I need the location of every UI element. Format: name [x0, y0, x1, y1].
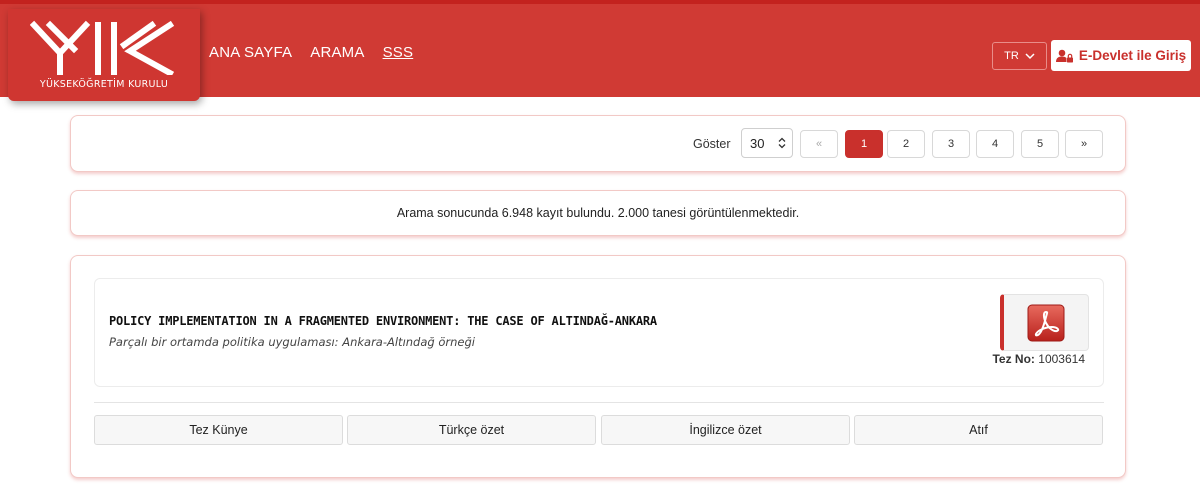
page-size-select[interactable]: 30: [741, 128, 793, 158]
divider: [94, 402, 1104, 403]
thesis-number: Tez No: 1003614: [985, 352, 1085, 366]
page-3-button[interactable]: 3: [932, 130, 970, 158]
show-label: Göster: [693, 137, 731, 151]
yok-logo-icon: [30, 20, 175, 75]
pagination-card: Göster 30 « 1 2 3 4 5 »: [70, 115, 1126, 172]
nav-faq[interactable]: SSS: [383, 44, 414, 61]
page-prev-button[interactable]: «: [800, 130, 838, 158]
thesis-subtitle: Parçalı bir ortamda politika uygulaması:…: [109, 335, 475, 349]
thesis-number-value: 1003614: [1038, 352, 1085, 366]
edevlet-login-button[interactable]: E-Devlet ile Giriş: [1051, 40, 1191, 71]
result-count-card: Arama sonucunda 6.948 kayıt bulundu. 2.0…: [70, 190, 1126, 236]
user-lock-icon: [1055, 49, 1073, 62]
thesis-info-panel: POLICY IMPLEMENTATION IN A FRAGMENTED EN…: [94, 278, 1104, 387]
tab-turkish-abstract[interactable]: Türkçe özet: [347, 415, 596, 445]
page-next-button[interactable]: »: [1065, 130, 1103, 158]
chevron-down-icon: [1025, 52, 1035, 59]
edevlet-label: E-Devlet ile Giriş: [1078, 48, 1187, 63]
tab-citation[interactable]: Atıf: [854, 415, 1103, 445]
result-count-text: Arama sonucunda 6.948 kayıt bulundu. 2.0…: [396, 206, 800, 220]
top-header: YÜKSEKÖĞRETİM KURULU ANA SAYFA ARAMA SSS…: [0, 0, 1200, 101]
logo-text: YÜKSEKÖĞRETİM KURULU: [39, 79, 169, 90]
language-dropdown[interactable]: TR: [992, 42, 1047, 70]
thesis-number-label: Tez No:: [992, 352, 1035, 366]
pdf-download-button[interactable]: [1000, 294, 1089, 351]
thesis-title: POLICY IMPLEMENTATION IN A FRAGMENTED EN…: [109, 314, 657, 328]
language-label: TR: [1004, 50, 1019, 62]
updown-chevron-icon: [778, 137, 786, 149]
tab-english-abstract[interactable]: İngilizce özet: [601, 415, 850, 445]
nav-home[interactable]: ANA SAYFA: [209, 44, 292, 61]
nav-search[interactable]: ARAMA: [310, 44, 364, 61]
page-5-button[interactable]: 5: [1021, 130, 1059, 158]
main-nav: ANA SAYFA ARAMA SSS: [209, 44, 413, 61]
tab-thesis-details[interactable]: Tez Künye: [94, 415, 343, 445]
pdf-icon: [1027, 304, 1065, 341]
page-1-button[interactable]: 1: [845, 130, 883, 158]
page-4-button[interactable]: 4: [976, 130, 1014, 158]
page-size-value: 30: [750, 135, 765, 151]
yok-logo[interactable]: YÜKSEKÖĞRETİM KURULU: [8, 9, 200, 101]
page-2-button[interactable]: 2: [887, 130, 925, 158]
thesis-result-card: POLICY IMPLEMENTATION IN A FRAGMENTED EN…: [70, 255, 1126, 478]
